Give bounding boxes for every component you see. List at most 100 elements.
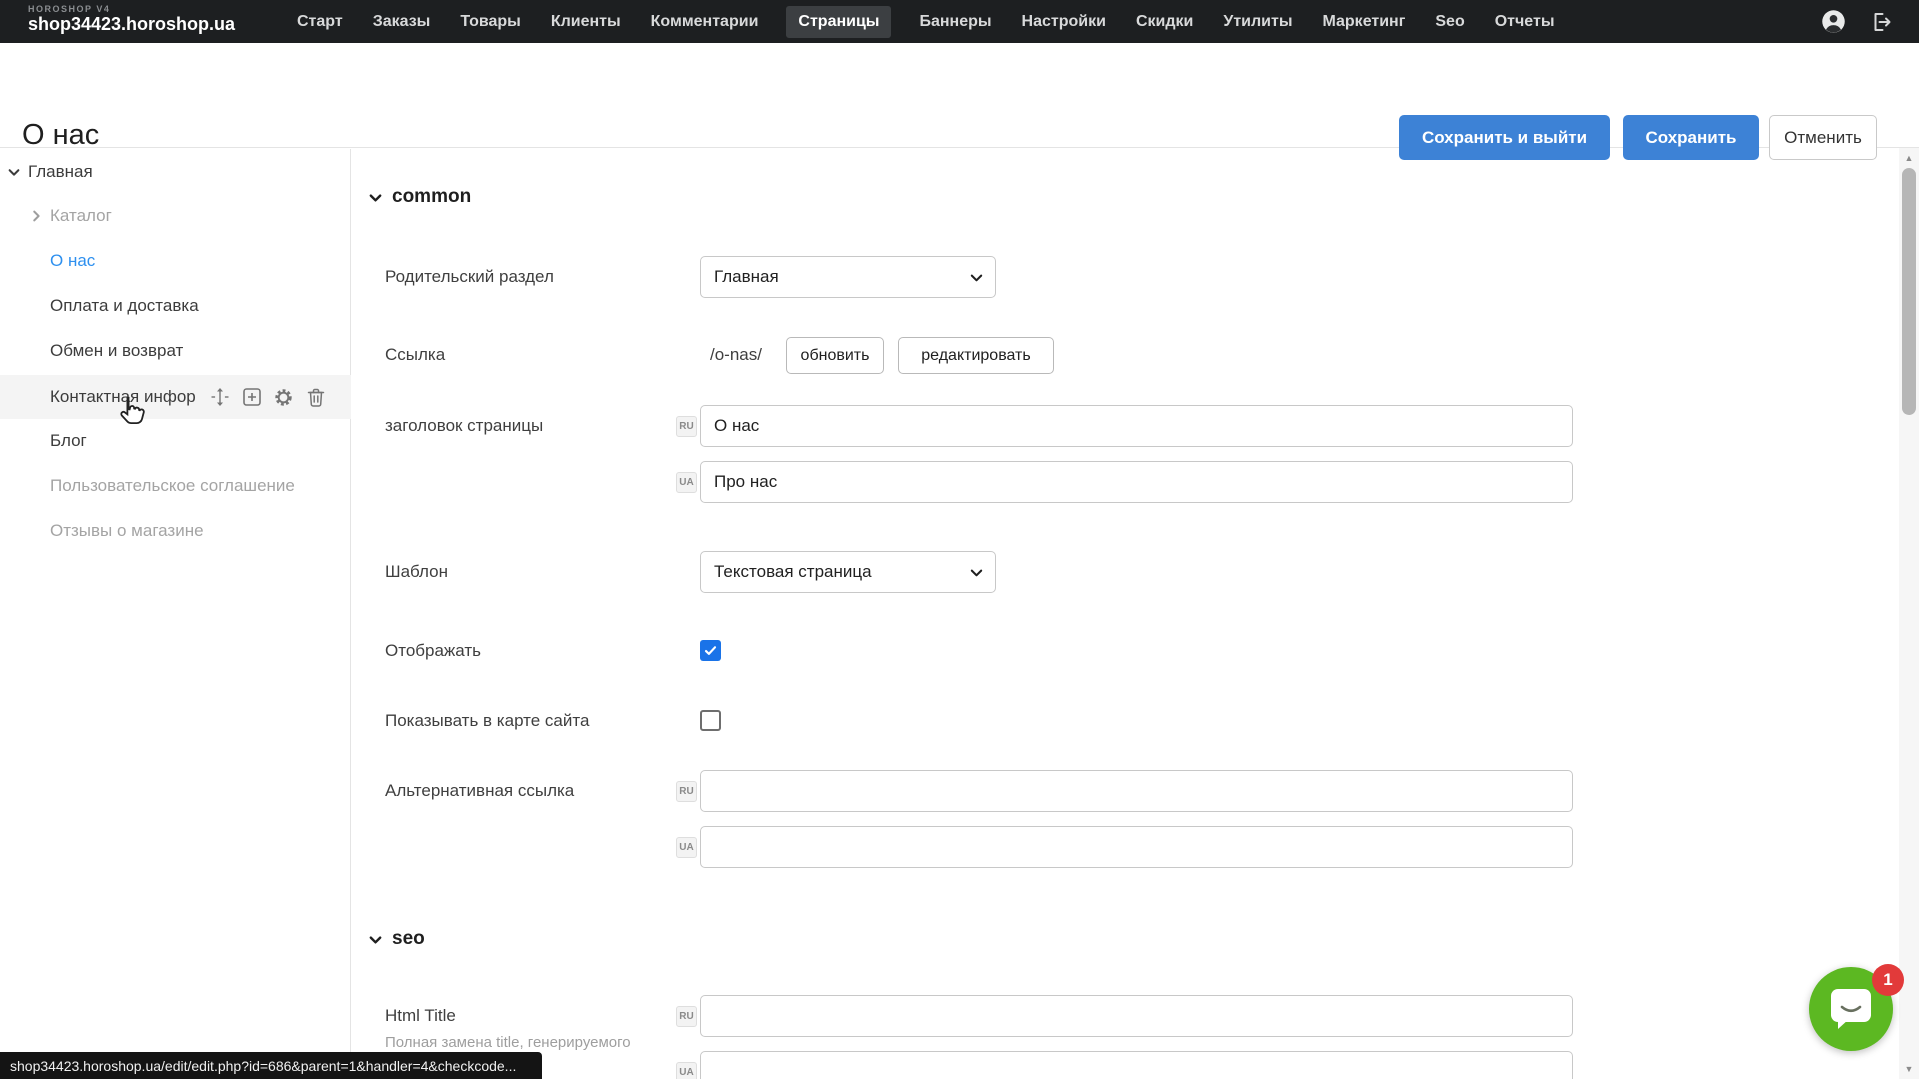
parent-section-select[interactable]: Главная [700,256,996,298]
display-label: Отображать [385,641,481,661]
chevron-down-icon [969,270,984,290]
link-label: Ссылка [385,345,445,365]
checkmark-icon [703,643,718,658]
nav-item-comments[interactable]: Комментарии [649,6,761,38]
link-edit-button[interactable]: редактировать [898,337,1054,374]
sidebar-item-label: Оплата и доставка [0,296,199,316]
chat-unread-badge: 1 [1872,964,1904,996]
add-page-icon[interactable] [240,385,264,409]
scroll-down-icon[interactable]: ▼ [1899,1061,1919,1077]
template-label: Шаблон [385,562,448,582]
page-title-label: заголовок страницы [385,416,543,436]
sidebar-item-label: Обмен и возврат [0,341,183,361]
sidebar-item-label: Каталог [0,206,112,226]
sidebar-item-o-nas-selected[interactable]: О нас [0,239,351,283]
html-title-ua-input[interactable] [700,1051,1573,1079]
html-title-ru-input[interactable] [700,995,1573,1037]
nav-item-banners[interactable]: Баннеры [917,6,993,38]
nav-item-seo[interactable]: Seo [1433,6,1466,38]
sitemap-checkbox-unchecked[interactable] [700,710,721,731]
link-update-button[interactable]: обновить [786,337,884,374]
alt-link-ua-input[interactable] [700,826,1573,868]
chat-bubble-icon [1827,986,1875,1032]
lang-badge-ru: RU [676,781,697,802]
app-window: HOROSHOP V4 shop34423.horoshop.ua Старт … [0,0,1919,1079]
chevron-down-icon[interactable] [6,164,22,180]
save-button[interactable]: Сохранить [1623,115,1759,160]
browser-status-url-tooltip: shop34423.horoshop.ua/edit/edit.php?id=6… [0,1052,542,1079]
chevron-down-icon [368,190,383,205]
save-and-exit-button[interactable]: Сохранить и выйти [1399,115,1610,160]
delete-trash-icon[interactable] [304,385,328,409]
nav-item-utilities[interactable]: Утилиты [1221,6,1294,38]
brand-logo[interactable]: HOROSHOP V4 shop34423.horoshop.ua [28,4,235,35]
nav-item-start[interactable]: Старт [295,6,345,38]
tree-row-actions [208,385,328,409]
template-value: Текстовая страница [714,562,872,582]
lang-badge-ua: UA [676,1062,697,1079]
chevron-down-icon [368,932,383,947]
sidebar-item-blog[interactable]: Блог [0,419,351,463]
sidebar-item-oplata[interactable]: Оплата и доставка [0,284,351,328]
lang-badge-ru: RU [676,416,697,437]
nav-item-clients[interactable]: Клиенты [549,6,623,38]
nav-item-products[interactable]: Товары [458,6,523,38]
parent-section-value: Главная [714,267,779,287]
display-checkbox-checked[interactable] [700,640,721,661]
sidebar-item-label: Пользовательское соглашение [0,476,295,496]
template-select[interactable]: Текстовая страница [700,551,996,593]
section-title: seo [392,928,425,950]
sidebar-item-label: Отзывы о магазине [0,521,204,541]
parent-section-label: Родительский раздел [385,267,554,287]
html-title-label: Html Title [385,1006,456,1026]
section-title: common [392,186,471,208]
nav-item-settings[interactable]: Настройки [1020,6,1108,38]
nav-right-actions [1819,0,1895,43]
sidebar-item-otzyvy[interactable]: Отзывы о магазине [0,509,351,553]
sidebar-item-katalog[interactable]: Каталог [0,194,351,238]
scroll-up-icon[interactable]: ▲ [1899,150,1919,166]
brand-edition: HOROSHOP V4 [28,4,235,14]
chevron-right-icon[interactable] [28,208,44,224]
section-seo-toggle[interactable]: seo [368,928,425,950]
alt-link-label: Альтернативная ссылка [385,781,574,801]
page-title-ru-input[interactable] [700,405,1573,447]
sidebar-item-glavnaya[interactable]: Главная [0,150,351,194]
link-path-value: /o-nas/ [710,345,762,365]
sidebar-item-label: О нас [0,251,95,271]
lang-badge-ua: UA [676,472,697,493]
html-title-hint: Полная замена title, генерируемого [385,1034,631,1051]
sidebar-item-soglashenie[interactable]: Пользовательское соглашение [0,464,351,508]
page-edit-form: common Родительский раздел Главная Ссылк… [352,148,1899,1079]
page-title-ua-input[interactable] [700,461,1573,503]
nav-item-marketing[interactable]: Маркетинг [1320,6,1407,38]
lang-badge-ua: UA [676,837,697,858]
sidebar-item-kontaktnaya-hovered[interactable]: Контактная инфор [0,375,351,419]
page-title: О нас [22,119,99,152]
user-account-icon[interactable] [1819,8,1847,36]
cancel-button[interactable]: Отменить [1769,115,1877,160]
top-nav: HOROSHOP V4 shop34423.horoshop.ua Старт … [0,0,1919,43]
nav-item-pages-active[interactable]: Страницы [786,6,891,38]
sidebar-item-label: Блог [0,431,87,451]
status-url-text: shop34423.horoshop.ua/edit/edit.php?id=6… [10,1058,516,1074]
vertical-scrollbar[interactable]: ▲ ▼ [1899,148,1919,1079]
brand-domain: shop34423.horoshop.ua [28,14,235,35]
scrollbar-thumb[interactable] [1902,168,1916,415]
sitemap-label: Показывать в карте сайта [385,711,589,731]
nav-menu: Старт Заказы Товары Клиенты Комментарии … [295,0,1556,43]
sidebar-item-obmen[interactable]: Обмен и возврат [0,329,351,373]
settings-gear-icon[interactable] [272,385,296,409]
pages-tree-sidebar: Главная Каталог О нас Оплата и доставка … [0,149,351,1079]
nav-item-discounts[interactable]: Скидки [1134,6,1195,38]
alt-link-ru-input[interactable] [700,770,1573,812]
sidebar-item-label: Контактная инфор [0,387,196,407]
chevron-down-icon [969,565,984,585]
lang-badge-ru: RU [676,1006,697,1027]
logout-icon[interactable] [1867,8,1895,36]
nav-item-reports[interactable]: Отчеты [1493,6,1557,38]
move-icon[interactable] [208,385,232,409]
nav-item-orders[interactable]: Заказы [371,6,433,38]
section-common-toggle[interactable]: common [368,186,471,208]
page-header: О нас Сохранить и выйти Сохранить Отмени… [0,43,1919,148]
